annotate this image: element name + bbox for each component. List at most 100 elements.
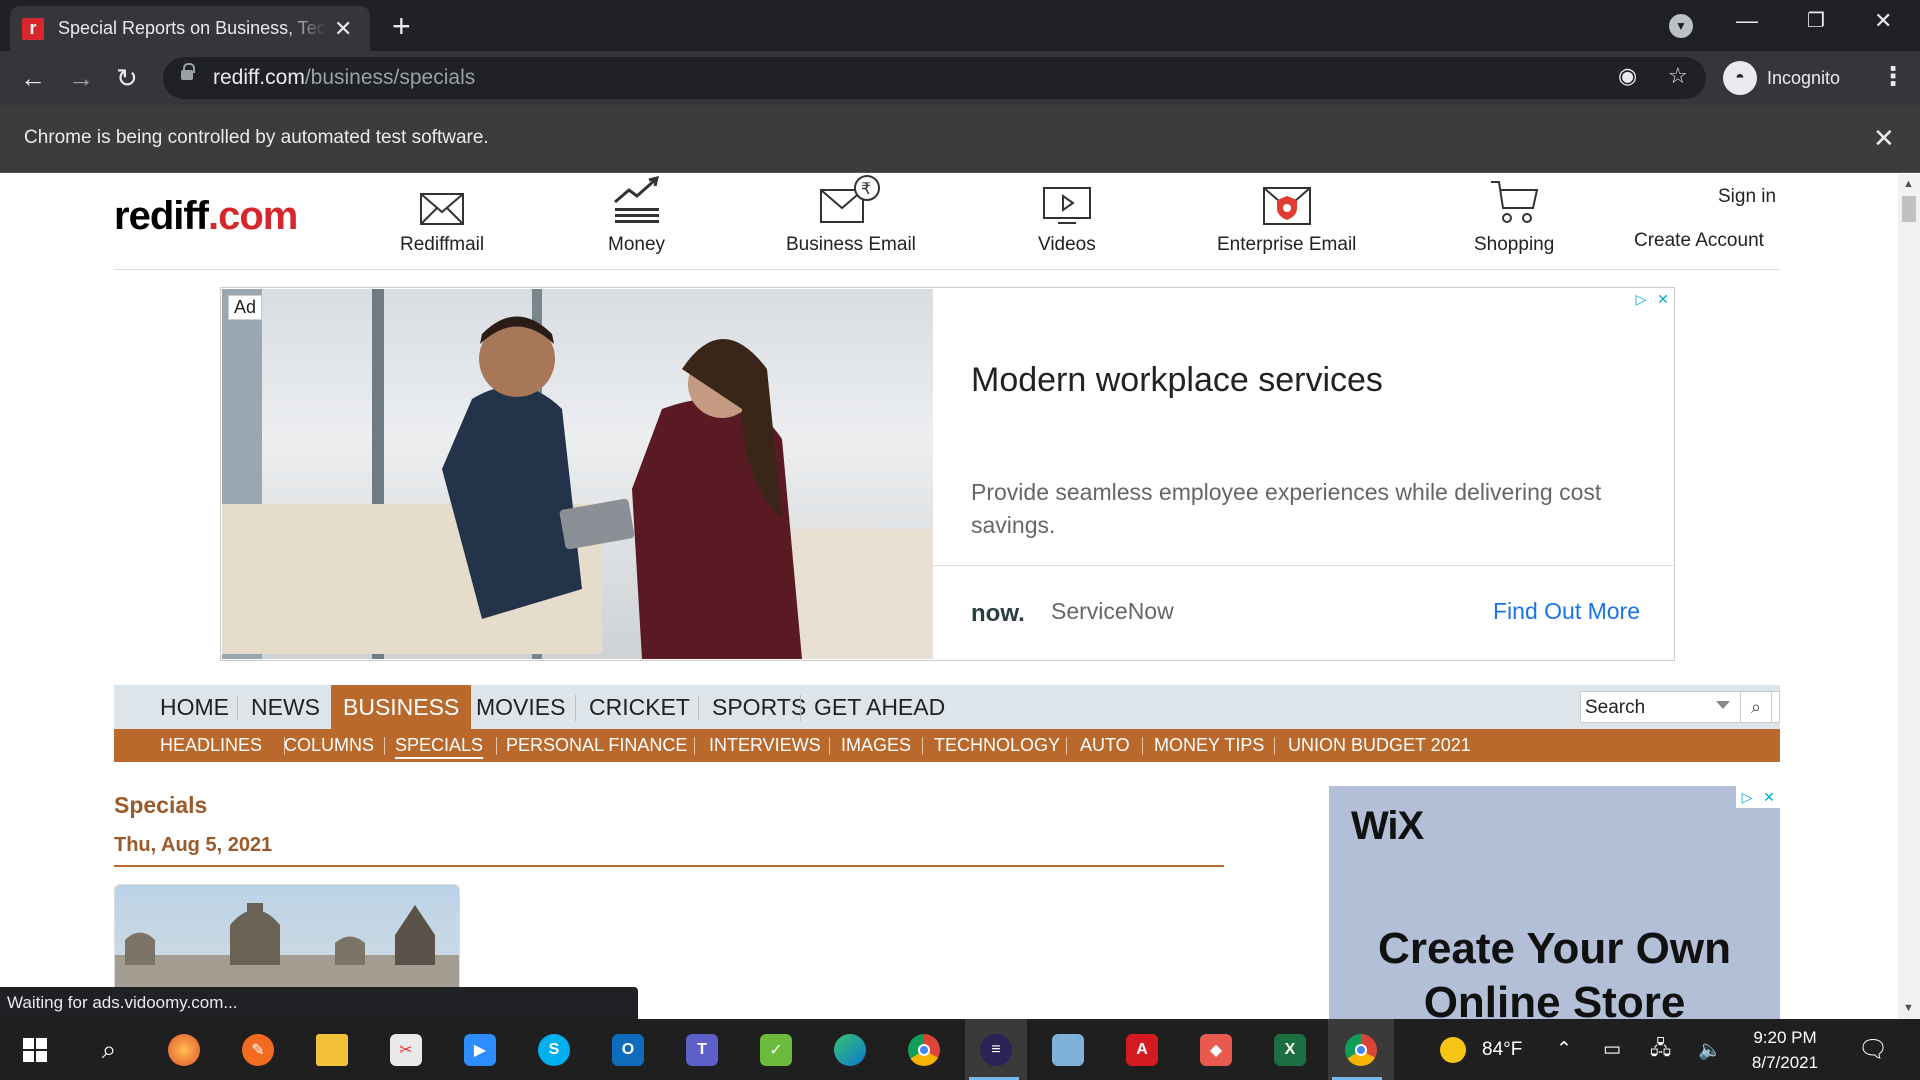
new-tab-button[interactable]: +: [392, 8, 411, 45]
page-scrollbar[interactable]: ▲ ▼: [1898, 174, 1920, 1019]
subnav-headlines[interactable]: HEADLINES: [160, 729, 262, 762]
rediff-logo[interactable]: rediff.com: [114, 194, 298, 239]
address-bar[interactable]: rediff.com/business/specials ◉ ☆: [163, 57, 1706, 99]
nav-money[interactable]: Money: [608, 174, 665, 256]
incognito-profile[interactable]: ◓ Incognito: [1723, 59, 1840, 97]
profile-label: Incognito: [1767, 67, 1841, 88]
scroll-up-icon[interactable]: ▲: [1903, 178, 1914, 190]
notes-app-icon: [1052, 1033, 1084, 1066]
bookmark-star-icon[interactable]: ☆: [1668, 63, 1688, 89]
weather-widget[interactable]: 84°F: [1440, 1019, 1522, 1080]
tab-close-icon[interactable]: ✕: [334, 16, 352, 42]
ad-close-icon[interactable]: ✕: [1758, 786, 1780, 808]
ad-close-icon[interactable]: ✕: [1652, 288, 1674, 310]
ad-choices[interactable]: ▷ ✕: [1630, 288, 1674, 310]
nav-business[interactable]: BUSINESS: [331, 685, 472, 729]
side-ad-choices[interactable]: ▷ ✕: [1736, 786, 1780, 808]
subnav-auto[interactable]: AUTO: [1080, 729, 1130, 762]
taskbar-firefox[interactable]: [155, 1019, 213, 1080]
tray-chevron-up-icon[interactable]: ⌃: [1556, 1019, 1572, 1080]
search-icon: ⌕: [1750, 696, 1762, 717]
reload-button[interactable]: ↻: [116, 63, 138, 93]
chrome-menu-icon[interactable]: ⋮: [1880, 61, 1906, 92]
close-window-button[interactable]: ✕: [1874, 8, 1892, 34]
subnav-union-budget[interactable]: UNION BUDGET 2021: [1288, 729, 1471, 762]
scrollbar-thumb[interactable]: [1902, 196, 1916, 222]
taskbar-app-blue[interactable]: [1039, 1019, 1097, 1080]
infobar-close-icon[interactable]: ✕: [1873, 123, 1895, 154]
windows-start-button[interactable]: [6, 1019, 64, 1080]
nav-news[interactable]: NEWS: [239, 685, 332, 729]
notification-center-icon[interactable]: 🗨: [1858, 1019, 1888, 1080]
battery-icon[interactable]: ▭: [1603, 1019, 1621, 1080]
taskbar-app-red-box[interactable]: ◆: [1187, 1019, 1245, 1080]
taskbar-zoom[interactable]: ▶: [451, 1019, 509, 1080]
taskbar-app-orange[interactable]: ✎: [229, 1019, 287, 1080]
back-button[interactable]: ←: [20, 63, 46, 93]
forward-button[interactable]: →: [68, 63, 94, 93]
taskbar-clock[interactable]: 9:20 PM 8/7/2021: [1740, 1025, 1830, 1075]
taskbar-file-explorer[interactable]: [303, 1019, 361, 1080]
business-email-icon: ₹: [819, 174, 883, 226]
nav-enterprise-email[interactable]: Enterprise Email: [1217, 174, 1356, 256]
taskbar-chrome[interactable]: [895, 1019, 953, 1080]
chevron-down-icon: [1716, 701, 1730, 709]
subnav-specials[interactable]: SPECIALS: [395, 729, 483, 762]
subnav-columns[interactable]: COLUMNS: [284, 729, 374, 762]
adchoices-icon[interactable]: ▷: [1736, 786, 1758, 808]
incognito-icon: ◓: [1723, 61, 1757, 95]
subnav-personal-finance[interactable]: PERSONAL FINANCE: [506, 729, 687, 762]
volume-icon[interactable]: 🔈: [1698, 1019, 1722, 1080]
nav-movies[interactable]: MOVIES: [464, 685, 577, 729]
create-account-link[interactable]: Create Account: [1634, 230, 1764, 252]
taskbar-snipping[interactable]: ✂: [377, 1019, 435, 1080]
sign-in-link[interactable]: Sign in: [1718, 186, 1776, 208]
ad-photo: Ad: [222, 289, 933, 659]
subnav-separator: [496, 737, 497, 755]
nav-separator: [800, 695, 801, 721]
taskbar-edge[interactable]: [821, 1019, 879, 1080]
scroll-down-icon[interactable]: ▼: [1903, 1002, 1914, 1014]
search-icon: ⌕: [101, 1033, 117, 1064]
search-button[interactable]: ⌕: [1740, 691, 1772, 723]
tracking-eye-off-icon[interactable]: ◉: [1618, 63, 1637, 89]
nav-shopping[interactable]: Shopping: [1474, 174, 1554, 256]
taskbar-app-green[interactable]: ✓: [747, 1019, 805, 1080]
nav-rediffmail[interactable]: Rediffmail: [400, 174, 484, 256]
subnav-interviews[interactable]: INTERVIEWS: [709, 729, 821, 762]
nav-separator: [575, 695, 576, 721]
enterprise-email-icon: [1262, 174, 1312, 226]
taskbar-excel[interactable]: X: [1261, 1019, 1319, 1080]
video-icon: [1042, 174, 1092, 226]
minimize-button[interactable]: —: [1736, 8, 1758, 34]
nav-cricket[interactable]: CRICKET: [577, 685, 702, 729]
nav-home[interactable]: HOME: [148, 685, 241, 729]
taskbar-teams[interactable]: T: [673, 1019, 731, 1080]
nav-business-email[interactable]: ₹ Business Email: [786, 174, 916, 256]
adchoices-icon[interactable]: ▷: [1630, 288, 1652, 310]
wix-headline: Create Your Own Online Store: [1378, 924, 1731, 1019]
nav-videos[interactable]: Videos: [1038, 174, 1096, 256]
taskbar-search-button[interactable]: ⌕: [80, 1019, 138, 1080]
subnav-images[interactable]: IMAGES: [841, 729, 911, 762]
find-out-more-link[interactable]: Find Out More: [1493, 598, 1640, 625]
taskbar-skype[interactable]: S: [525, 1019, 583, 1080]
subnav-technology[interactable]: TECHNOLOGY: [934, 729, 1060, 762]
wix-side-ad[interactable]: WiX Create Your Own Online Store ▷ ✕: [1329, 786, 1780, 1019]
folder-icon: [316, 1033, 348, 1066]
nav-get-ahead[interactable]: GET AHEAD: [802, 685, 957, 729]
url-text[interactable]: rediff.com/business/specials: [213, 66, 475, 90]
business-subnav: HEADLINES COLUMNS SPECIALS PERSONAL FINA…: [114, 729, 1780, 762]
subnav-money-tips[interactable]: MONEY TIPS: [1154, 729, 1264, 762]
ad-title[interactable]: Modern workplace services: [971, 361, 1383, 400]
restore-button[interactable]: ❐: [1807, 8, 1825, 33]
taskbar-eclipse[interactable]: ≡: [965, 1019, 1027, 1080]
taskbar-outlook[interactable]: O: [599, 1019, 657, 1080]
taskbar-acrobat[interactable]: A: [1113, 1019, 1171, 1080]
browser-tab[interactable]: r Special Reports on Business, Tech ✕: [10, 6, 370, 51]
network-icon[interactable]: 🖧: [1650, 1019, 1671, 1080]
tab-search-icon[interactable]: ▼: [1669, 14, 1693, 38]
servicenow-ad-banner[interactable]: Ad ▷ ✕ Modern workplace services Provide…: [220, 287, 1675, 661]
taskbar-chrome-active[interactable]: [1328, 1019, 1394, 1080]
section-title: Specials: [114, 792, 208, 818]
